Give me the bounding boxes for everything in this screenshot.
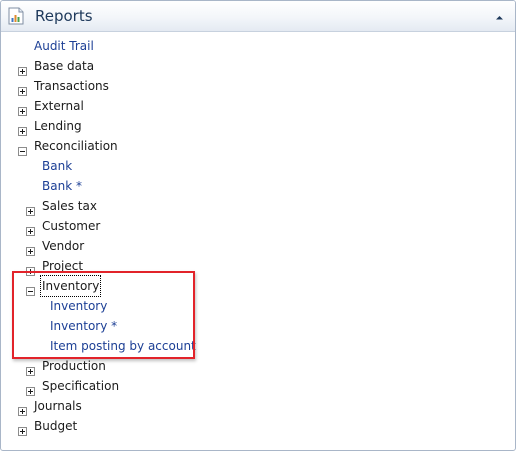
inventory-highlight-box <box>12 271 195 359</box>
expand-plus-icon[interactable] <box>26 381 35 396</box>
tree-item-label[interactable]: Sales tax <box>42 196 97 216</box>
expand-plus-icon[interactable] <box>26 201 35 216</box>
expand-plus-icon[interactable] <box>18 81 27 96</box>
tree-item-label[interactable]: Customer <box>42 216 100 236</box>
tree-link-label[interactable]: Audit Trail <box>34 36 94 56</box>
expand-plus-icon[interactable] <box>18 401 27 416</box>
tree-item-label[interactable]: Base data <box>34 56 94 76</box>
collapse-minus-icon[interactable] <box>18 141 27 156</box>
expand-plus-icon[interactable] <box>18 101 27 116</box>
panel-title: Reports <box>35 7 93 25</box>
tree-item-label[interactable]: Specification <box>42 376 119 396</box>
tree-item-label[interactable]: Vendor <box>42 236 84 256</box>
expand-plus-icon[interactable] <box>26 241 35 256</box>
chevron-up-icon[interactable] <box>493 9 506 22</box>
expand-plus-icon[interactable] <box>26 261 35 276</box>
expand-plus-icon[interactable] <box>18 421 27 436</box>
tree-item-label[interactable]: Lending <box>34 116 82 136</box>
tree-item-label[interactable]: Production <box>42 356 106 376</box>
expand-plus-icon[interactable] <box>18 121 27 136</box>
expand-plus-icon[interactable] <box>26 221 35 236</box>
tree-item-label[interactable]: External <box>34 96 84 116</box>
expand-plus-icon[interactable] <box>26 361 35 376</box>
panel-header[interactable]: Reports <box>1 1 515 32</box>
tree-item-label[interactable]: Journals <box>34 396 82 416</box>
tree-link-label[interactable]: Bank * <box>42 176 82 196</box>
report-chart-icon <box>8 7 24 25</box>
tree-item-label[interactable]: Reconciliation <box>34 136 118 156</box>
reports-tree: Audit Trail Base data Transactions Exter… <box>1 32 515 450</box>
tree-item-label[interactable]: Budget <box>34 416 77 436</box>
reports-panel: Reports Audit Trail Base data Transactio… <box>0 0 516 451</box>
tree-link-label[interactable]: Bank <box>42 156 72 176</box>
tree-item-label[interactable]: Transactions <box>34 76 109 96</box>
expand-plus-icon[interactable] <box>18 61 27 76</box>
